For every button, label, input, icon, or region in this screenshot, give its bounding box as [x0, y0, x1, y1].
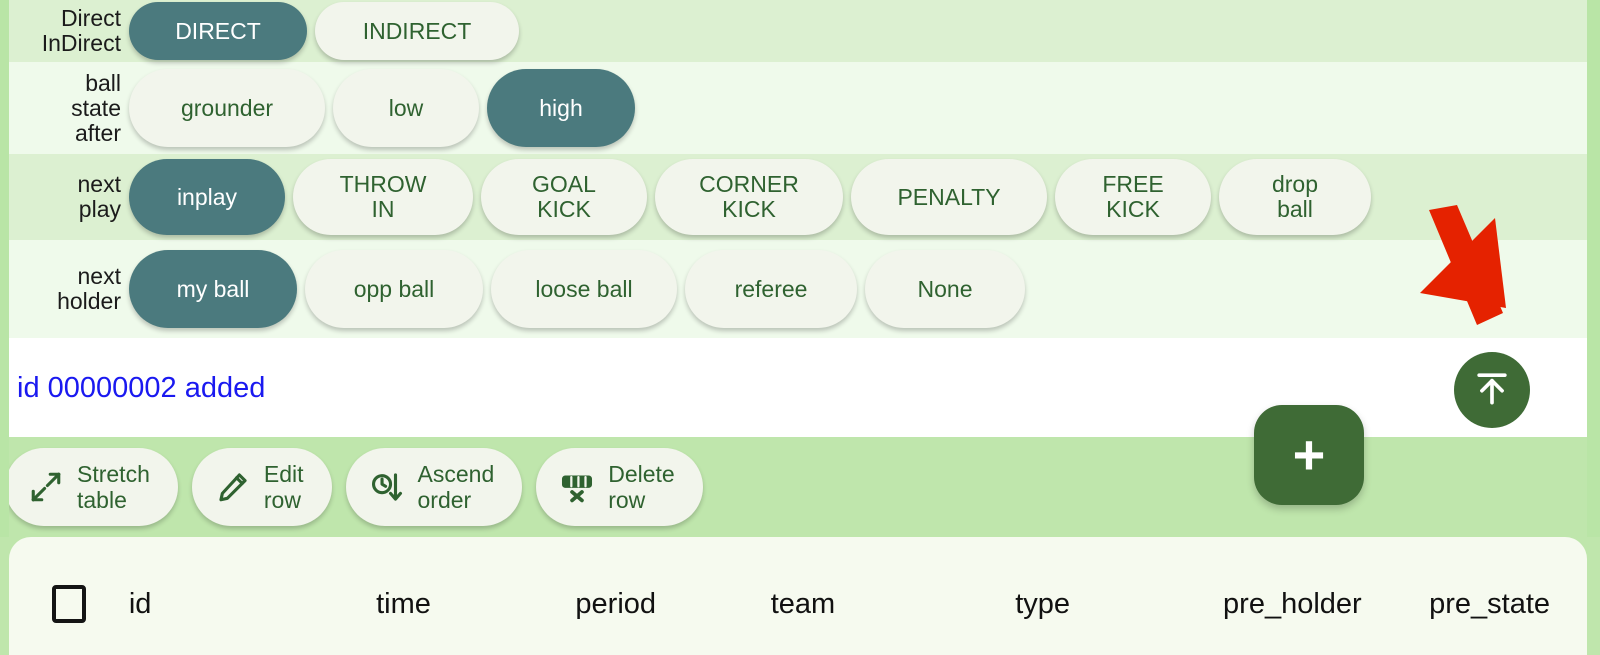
- pill-high[interactable]: high: [487, 69, 635, 147]
- option-rows: Direct InDirect DIRECT INDIRECT ball sta…: [0, 0, 1600, 338]
- left-edge-strip: [0, 0, 9, 537]
- option-row-next-holder: next holder my ball opp ball loose ball …: [0, 240, 1600, 338]
- table-col-time[interactable]: time: [289, 588, 519, 621]
- resize-diagonal-icon: [29, 470, 63, 504]
- option-row-direct-indirect: Direct InDirect DIRECT INDIRECT: [0, 0, 1600, 62]
- add-record-fab[interactable]: +: [1254, 405, 1364, 505]
- table-col-pre-state[interactable]: pre_state: [1392, 588, 1587, 621]
- stretch-table-label: Stretch table: [77, 461, 150, 513]
- pill-group-next-holder: my ball opp ball loose ball referee None: [129, 250, 1587, 328]
- table-col-id[interactable]: id: [129, 588, 289, 621]
- pill-corner-kick[interactable]: CORNER KICK: [655, 159, 843, 235]
- row-delete-icon: [560, 470, 594, 504]
- scroll-to-top-fab[interactable]: [1454, 352, 1530, 428]
- plus-icon: +: [1292, 423, 1326, 486]
- status-message: id 00000002 added: [17, 371, 266, 404]
- option-row-ball-state-after: ball state after grounder low high: [0, 62, 1600, 154]
- pill-low[interactable]: low: [333, 69, 479, 147]
- pill-indirect[interactable]: INDIRECT: [315, 2, 519, 60]
- edit-row-button[interactable]: Edit row: [191, 448, 332, 526]
- pill-group-ball-state-after: grounder low high: [129, 69, 1587, 147]
- arrow-to-top-icon: [1470, 366, 1514, 415]
- row-label-next-holder: next holder: [57, 263, 121, 314]
- edit-row-label: Edit row: [263, 461, 304, 513]
- table-col-period[interactable]: period: [518, 588, 713, 621]
- data-table-wrap: id time period team type pre_holder pre_…: [0, 537, 1600, 655]
- table-header-row: id time period team type pre_holder pre_…: [9, 585, 1587, 623]
- pill-direct[interactable]: DIRECT: [129, 2, 307, 60]
- pill-inplay[interactable]: inplay: [129, 159, 285, 235]
- pill-grounder[interactable]: grounder: [129, 69, 325, 147]
- pill-goal-kick[interactable]: GOAL KICK: [481, 159, 647, 235]
- data-table-card: id time period team type pre_holder pre_…: [9, 537, 1587, 655]
- row-label-ball-state-after: ball state after: [71, 69, 121, 146]
- row-label-next-play: next play: [77, 171, 121, 222]
- table-col-type[interactable]: type: [893, 588, 1193, 621]
- pill-throw-in[interactable]: THROW IN: [293, 159, 473, 235]
- table-col-pre-holder[interactable]: pre_holder: [1192, 588, 1392, 621]
- pill-my-ball[interactable]: my ball: [129, 250, 297, 328]
- option-row-next-play: next play inplay THROW IN GOAL KICK CORN…: [0, 154, 1600, 240]
- app-root: Direct InDirect DIRECT INDIRECT ball sta…: [0, 0, 1600, 655]
- pill-group-direct-indirect: DIRECT INDIRECT: [129, 2, 1587, 60]
- row-label-direct-indirect: Direct InDirect: [41, 5, 121, 56]
- pill-group-next-play: inplay THROW IN GOAL KICK CORNER KICK PE…: [129, 159, 1587, 235]
- stretch-table-button[interactable]: Stretch table: [5, 448, 178, 526]
- pill-drop-ball[interactable]: drop ball: [1219, 159, 1371, 235]
- right-edge-strip: [1587, 0, 1600, 537]
- pencil-icon: [216, 470, 250, 504]
- ascend-order-label: Ascend order: [417, 461, 495, 513]
- pill-penalty[interactable]: PENALTY: [851, 159, 1047, 235]
- ascend-order-button[interactable]: Ascend order: [345, 448, 523, 526]
- delete-row-label: Delete row: [608, 461, 675, 513]
- pill-opp-ball[interactable]: opp ball: [305, 250, 483, 328]
- pill-referee[interactable]: referee: [685, 250, 857, 328]
- pill-loose-ball[interactable]: loose ball: [491, 250, 677, 328]
- pill-none[interactable]: None: [865, 250, 1025, 328]
- table-col-team[interactable]: team: [713, 588, 893, 621]
- pill-free-kick[interactable]: FREE KICK: [1055, 159, 1211, 235]
- delete-row-button[interactable]: Delete row: [536, 448, 703, 526]
- select-all-checkbox-cell: [9, 585, 129, 623]
- clock-arrow-down-icon: [370, 470, 404, 504]
- select-all-checkbox[interactable]: [51, 585, 86, 623]
